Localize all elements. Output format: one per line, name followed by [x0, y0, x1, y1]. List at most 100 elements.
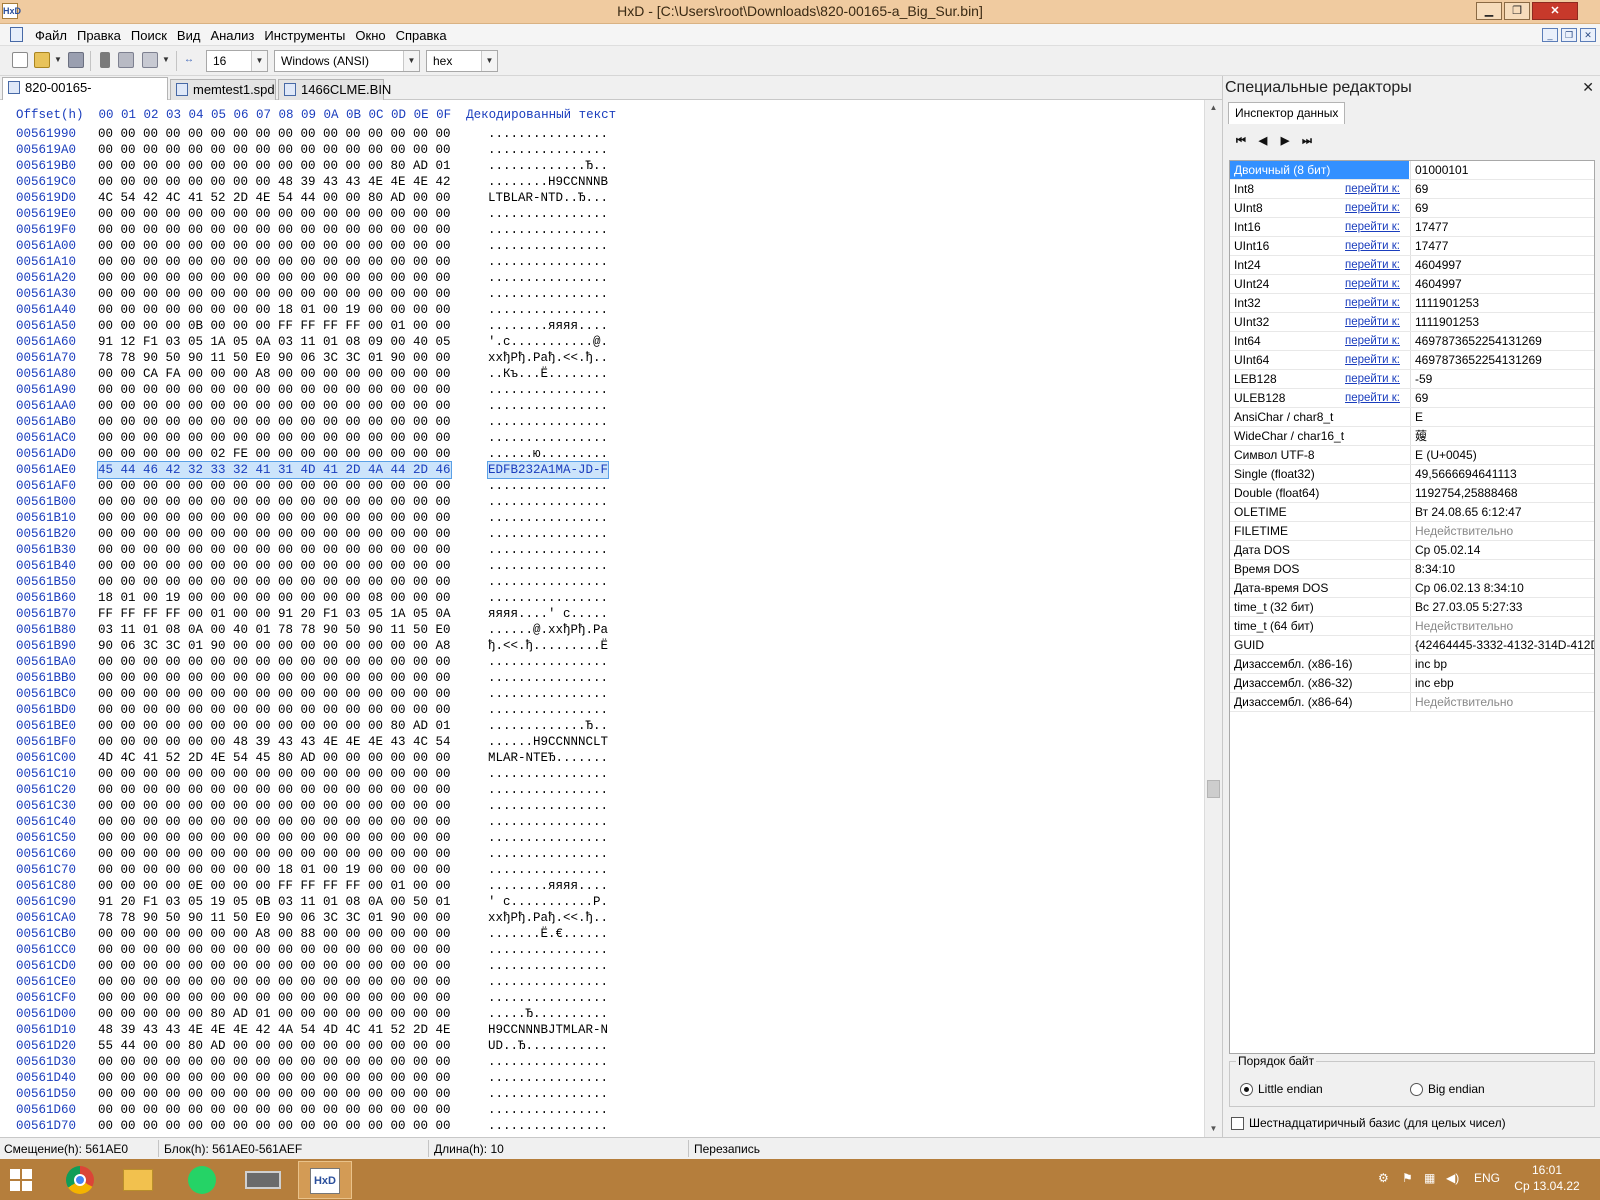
tab-data-inspector[interactable]: Инспектор данных [1228, 102, 1346, 124]
hex-decoded-text[interactable]: ................ [488, 670, 608, 686]
hex-bytes[interactable]: 00 00 00 00 00 00 00 00 00 00 00 00 00 0… [98, 990, 451, 1006]
inspector-value[interactable]: -59 [1410, 370, 1594, 388]
hex-decoded-text[interactable]: ................ [488, 382, 608, 398]
hex-decoded-text[interactable]: ................ [488, 1118, 608, 1134]
hex-decoded-text[interactable]: ......ю......... [488, 446, 608, 462]
hex-bytes[interactable]: 78 78 90 50 90 11 50 E0 90 06 3C 3C 01 9… [98, 910, 451, 926]
previous-byte-icon[interactable]: ◀ [1255, 134, 1271, 148]
open-folder-icon[interactable] [34, 52, 50, 68]
inspector-row[interactable]: UInt8 перейти к: 69 [1230, 199, 1594, 218]
hex-bytes[interactable]: 00 00 00 00 00 00 00 00 00 00 00 00 00 0… [98, 654, 451, 670]
inspector-value[interactable]: Ср 05.02.14 [1410, 541, 1594, 559]
hex-decoded-text[interactable]: ................ [488, 1102, 608, 1118]
hex-bytes[interactable]: 03 11 01 08 0A 00 40 01 78 78 90 50 90 1… [98, 622, 451, 638]
hex-vertical-scrollbar[interactable]: ▲ ▼ [1204, 100, 1222, 1137]
inspector-value[interactable]: Недействительно [1410, 522, 1594, 540]
menu-item-5[interactable]: Инструменты [259, 28, 350, 43]
open-disk-icon[interactable] [118, 52, 134, 68]
hex-decoded-text[interactable]: ................ [488, 862, 608, 878]
inspector-value[interactable]: 4604997 [1410, 275, 1594, 293]
inspector-row[interactable]: UInt64 перейти к: 4697873652254131269 [1230, 351, 1594, 370]
inspector-row[interactable]: ULEB128 перейти к: 69 [1230, 389, 1594, 408]
hex-decoded-text[interactable]: ................ [488, 254, 608, 270]
hex-bytes[interactable]: 00 00 00 00 00 00 00 00 18 01 00 19 00 0… [98, 302, 451, 318]
hex-decoded-text[interactable]: ................ [488, 542, 608, 558]
tray-network-tools-icon[interactable]: ⚙ [1378, 1171, 1389, 1185]
hex-bytes[interactable]: 45 44 46 42 32 33 32 41 31 4D 41 2D 4A 4… [97, 461, 452, 479]
hex-decoded-text[interactable]: ................ [488, 782, 608, 798]
hex-bytes[interactable]: 00 00 00 00 00 00 00 00 00 00 00 00 00 0… [98, 142, 451, 158]
inspector-row[interactable]: AnsiChar / char8_t E [1230, 408, 1594, 427]
hex-bytes[interactable]: 00 00 00 00 00 02 FE 00 00 00 00 00 00 0… [98, 446, 451, 462]
hex-bytes[interactable]: 00 00 00 00 00 00 00 00 00 00 00 00 00 0… [98, 542, 451, 558]
new-file-icon[interactable] [12, 52, 28, 68]
hex-bytes[interactable]: 00 00 00 00 00 80 AD 01 00 00 00 00 00 0… [98, 1006, 451, 1022]
file-explorer-icon[interactable] [112, 1161, 166, 1199]
tray-language[interactable]: ENG [1474, 1171, 1500, 1185]
hex-decoded-text[interactable]: ................ [488, 270, 608, 286]
hex-bytes[interactable]: 00 00 00 00 00 00 00 00 00 00 00 00 00 0… [98, 206, 451, 222]
inspector-row[interactable]: Double (float64) 1192754,25888468 [1230, 484, 1594, 503]
encoding-select[interactable]: Windows (ANSI) ▼ [274, 50, 420, 72]
goto-link[interactable]: перейти к: [1345, 389, 1400, 407]
hex-bytes[interactable]: 00 00 00 00 00 00 00 00 00 00 00 00 00 0… [98, 270, 451, 286]
hex-decoded-text[interactable]: ................ [488, 558, 608, 574]
hex-decoded-text[interactable]: ................ [488, 814, 608, 830]
inspector-row[interactable]: UInt32 перейти к: 1111901253 [1230, 313, 1594, 332]
hex-bytes[interactable]: 00 00 00 00 00 00 00 00 00 00 00 00 00 0… [98, 430, 451, 446]
hex-bytes[interactable]: 00 00 00 00 00 00 00 00 00 00 00 00 00 0… [98, 942, 451, 958]
hex-bytes[interactable]: 00 00 00 00 0E 00 00 00 FF FF FF FF 00 0… [98, 878, 451, 894]
hex-decoded-text[interactable]: ................ [488, 398, 608, 414]
hex-bytes[interactable]: 00 00 00 00 00 00 00 00 00 00 00 00 00 0… [98, 254, 451, 270]
open-ram-icon[interactable] [142, 52, 158, 68]
mdi-close-button[interactable]: ✕ [1580, 28, 1596, 42]
hex-bytes[interactable]: 00 00 00 00 00 00 00 A8 00 88 00 00 00 0… [98, 926, 451, 942]
tab-1466clme-bin[interactable]: 1466CLME.BIN [278, 79, 391, 100]
hex-decoded-text[interactable]: ................ [488, 1086, 608, 1102]
hex-decoded-text[interactable]: ......@.xxђPђ.Pa [488, 622, 608, 638]
hex-bytes[interactable]: 00 00 00 00 00 00 00 00 00 00 00 00 00 0… [98, 222, 451, 238]
inspector-value[interactable]: 4697873652254131269 [1410, 351, 1594, 369]
menu-item-6[interactable]: Окно [350, 28, 390, 43]
hex-bytes[interactable]: 00 00 00 00 00 00 00 00 00 00 00 00 00 0… [98, 238, 451, 254]
document-icon[interactable] [10, 27, 23, 42]
hex-decoded-text[interactable]: ................ [488, 702, 608, 718]
inspector-value[interactable]: 䕅 [1410, 427, 1594, 445]
hex-decoded-text[interactable]: ..Къ...Ё........ [488, 366, 608, 382]
hex-decoded-text[interactable]: ................ [488, 1054, 608, 1070]
hex-decoded-text[interactable]: ................ [488, 766, 608, 782]
hex-bytes[interactable]: 00 00 00 00 00 00 00 00 18 01 00 19 00 0… [98, 862, 451, 878]
hex-bytes[interactable]: 00 00 00 00 00 00 00 00 00 00 00 00 00 0… [98, 766, 451, 782]
goto-link[interactable]: перейти к: [1345, 275, 1400, 293]
hex-bytes[interactable]: 00 00 00 00 00 00 00 00 00 00 00 00 00 0… [98, 398, 451, 414]
open-dropdown-icon[interactable]: ▼ [54, 52, 62, 68]
inspector-value[interactable]: E [1410, 408, 1594, 426]
inspector-row[interactable]: LEB128 перейти к: -59 [1230, 370, 1594, 389]
hex-bytes[interactable]: 00 00 00 00 00 00 00 00 00 00 00 00 00 0… [98, 1086, 451, 1102]
hex-bytes[interactable]: 00 00 00 00 00 00 00 00 00 00 00 00 00 0… [98, 526, 451, 542]
hex-decoded-text[interactable]: ................ [488, 238, 608, 254]
hex-decoded-text[interactable]: яяяя....' с..... [488, 606, 608, 622]
chip-programmer-icon[interactable] [236, 1161, 290, 1199]
hex-bytes[interactable]: 00 00 00 00 00 00 00 00 00 00 00 00 00 0… [98, 846, 451, 862]
hex-bytes[interactable]: 00 00 00 00 00 00 00 00 00 00 00 00 00 8… [98, 158, 451, 174]
hex-decoded-text[interactable]: ................ [488, 478, 608, 494]
display-mode-select[interactable]: hex ▼ [426, 50, 498, 72]
hex-bytes[interactable]: 00 00 00 00 00 00 00 00 00 00 00 00 00 0… [98, 814, 451, 830]
inspector-value[interactable]: 69 [1410, 389, 1594, 407]
inspector-row[interactable]: Int32 перейти к: 1111901253 [1230, 294, 1594, 313]
hex-decoded-text[interactable]: ................ [488, 958, 608, 974]
hex-bytes[interactable]: 78 78 90 50 90 11 50 E0 90 06 3C 3C 01 9… [98, 350, 451, 366]
hex-bytes[interactable]: 00 00 00 00 00 00 00 00 00 00 00 00 00 0… [98, 958, 451, 974]
inspector-row[interactable]: time_t (64 бит) Недействительно [1230, 617, 1594, 636]
hex-bytes[interactable]: 00 00 00 00 00 00 00 00 00 00 00 00 00 0… [98, 414, 451, 430]
hex-decoded-text[interactable]: ................ [488, 206, 608, 222]
inspector-row[interactable]: time_t (32 бит) Вс 27.03.05 5:27:33 [1230, 598, 1594, 617]
hex-decoded-text[interactable]: EDFB232A1MA-JD-F [486, 461, 610, 479]
tray-clock[interactable]: 16:01 Ср 13.04.22 [1512, 1162, 1582, 1194]
big-endian-radio[interactable]: Big endian [1410, 1082, 1485, 1096]
inspector-value[interactable]: inc bp [1410, 655, 1594, 673]
hex-bytes[interactable]: 18 01 00 19 00 00 00 00 00 00 00 00 08 0… [98, 590, 451, 606]
inspector-row[interactable]: Дата DOS Ср 05.02.14 [1230, 541, 1594, 560]
inspector-value[interactable]: 1192754,25888468 [1410, 484, 1594, 502]
